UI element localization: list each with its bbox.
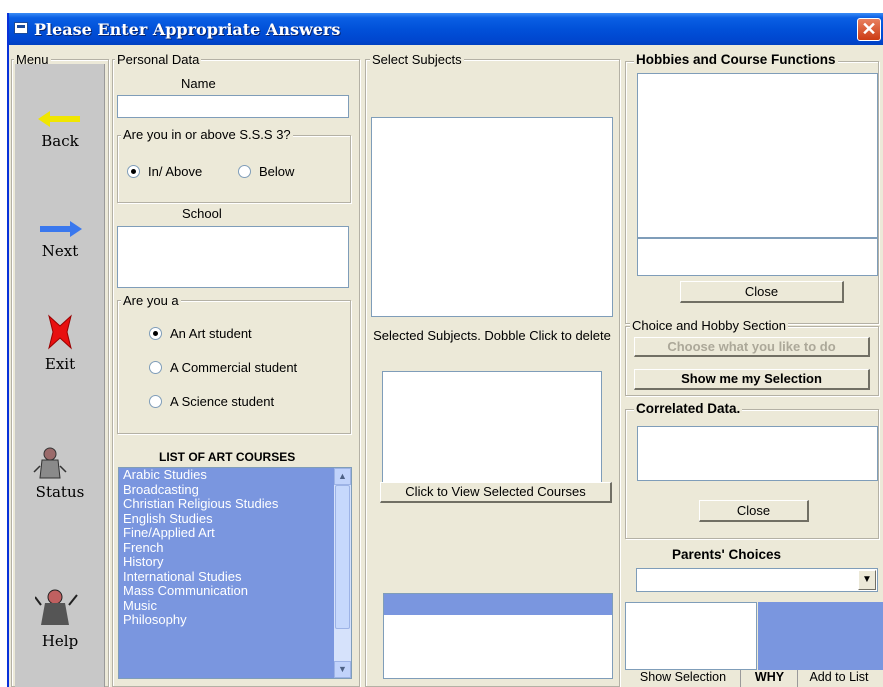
status-label: Status <box>35 483 85 501</box>
next-arrow-icon <box>40 221 82 237</box>
window-icon <box>14 22 28 34</box>
hobbies-legend: Hobbies and Course Functions <box>634 52 838 67</box>
show-my-selection-button[interactable]: Show me my Selection <box>634 369 870 390</box>
exit-x-icon <box>48 314 72 350</box>
list-item[interactable]: English Studies <box>119 511 351 527</box>
student-question: Are you a <box>121 293 181 308</box>
exit-label: Exit <box>44 355 76 373</box>
status-figure-icon <box>33 447 67 479</box>
course-items: Arabic Studies Broadcasting Christian Re… <box>119 468 351 628</box>
view-selected-courses-button[interactable]: Click to View Selected Courses <box>380 482 612 503</box>
tab-add-to-list[interactable]: Add to List <box>799 670 879 687</box>
radio-indicator <box>127 165 140 178</box>
selected-subjects-caption: Selected Subjects. Dobble Click to delet… <box>373 328 611 343</box>
school-label: School <box>182 206 222 221</box>
scroll-down-icon[interactable]: ▼ <box>334 661 351 678</box>
radio-commercial-student[interactable]: A Commercial student <box>149 360 297 375</box>
sss3-question: Are you in or above S.S.S 3? <box>121 127 293 142</box>
radio-label: Below <box>259 164 295 179</box>
selection-preview-white <box>625 602 757 670</box>
radio-indicator <box>149 395 162 408</box>
output-highlight-bar <box>384 594 612 615</box>
tab-why[interactable]: WHY <box>742 670 798 687</box>
tab-show-selection[interactable]: Show Selection <box>626 670 741 687</box>
select-subjects-legend: Select Subjects <box>370 52 464 67</box>
next-label: Next <box>41 242 79 260</box>
school-field[interactable] <box>117 226 349 288</box>
help-button[interactable]: Help <box>15 587 105 650</box>
radio-below[interactable]: Below <box>238 164 294 179</box>
radio-in-above[interactable]: In/ Above <box>127 164 202 179</box>
help-label: Help <box>41 632 79 650</box>
list-item[interactable]: French <box>119 540 351 556</box>
radio-label: In/ Above <box>148 164 203 179</box>
list-item[interactable]: Music <box>119 598 351 614</box>
correlated-data-legend: Correlated Data. <box>634 401 743 416</box>
scroll-thumb[interactable] <box>335 485 350 629</box>
selection-preview-blue <box>758 602 883 670</box>
correlated-data-box[interactable] <box>637 426 878 481</box>
app-window: Please Enter Appropriate Answers ✕ Menu … <box>7 13 883 687</box>
list-item[interactable]: History <box>119 554 351 570</box>
back-arrow-icon <box>38 111 80 127</box>
radio-indicator <box>149 327 162 340</box>
next-button[interactable]: Next <box>15 219 105 260</box>
status-button[interactable]: Status <box>15 446 105 501</box>
hobbies-list[interactable] <box>637 73 878 238</box>
radio-label: A Commercial student <box>170 360 298 375</box>
parents-choices-title: Parents' Choices <box>672 547 782 562</box>
help-figure-icon <box>34 589 78 625</box>
back-button[interactable]: Back <box>15 109 105 150</box>
radio-art-student[interactable]: An Art student <box>149 326 252 341</box>
subjects-list[interactable] <box>371 117 613 317</box>
name-label: Name <box>181 76 216 91</box>
courses-title: LIST OF ART COURSES <box>159 450 296 464</box>
personal-data-legend: Personal Data <box>115 52 202 67</box>
radio-science-student[interactable]: A Science student <box>149 394 274 409</box>
course-list[interactable]: Arabic Studies Broadcasting Christian Re… <box>118 467 352 679</box>
list-item[interactable]: Fine/Applied Art <box>119 525 351 541</box>
name-field[interactable] <box>117 95 349 118</box>
radio-indicator <box>238 165 251 178</box>
hobbies-input[interactable] <box>637 238 878 276</box>
parents-choices-select[interactable]: ▼ <box>636 568 878 592</box>
list-item[interactable]: Christian Religious Studies <box>119 496 351 512</box>
title-bar[interactable]: Please Enter Appropriate Answers ✕ <box>9 13 883 45</box>
list-item[interactable]: Broadcasting <box>119 482 351 498</box>
radio-label: A Science student <box>170 394 275 409</box>
dropdown-arrow-icon[interactable]: ▼ <box>858 570 876 590</box>
choose-what-you-like-button[interactable]: Choose what you like to do <box>634 337 870 357</box>
choice-hobby-legend: Choice and Hobby Section <box>630 318 788 333</box>
window-title: Please Enter Appropriate Answers <box>34 20 341 39</box>
menu-bar: Back Next Exit Status Help <box>15 64 105 687</box>
selected-subjects-list[interactable] <box>382 371 602 483</box>
list-item[interactable]: Mass Communication <box>119 583 351 599</box>
list-item[interactable]: International Studies <box>119 569 351 585</box>
list-item[interactable]: Philosophy <box>119 612 351 628</box>
course-list-scrollbar[interactable]: ▲ ▼ <box>334 468 351 678</box>
radio-label: An Art student <box>170 326 252 341</box>
close-window-button[interactable]: ✕ <box>857 18 881 41</box>
list-item[interactable]: Arabic Studies <box>119 468 351 483</box>
exit-button[interactable]: Exit <box>15 312 105 373</box>
back-label: Back <box>41 132 79 150</box>
hobbies-close-button[interactable]: Close <box>680 281 844 303</box>
scroll-up-icon[interactable]: ▲ <box>334 468 351 485</box>
radio-indicator <box>149 361 162 374</box>
subjects-output-box[interactable] <box>383 593 613 679</box>
correlated-close-button[interactable]: Close <box>699 500 809 522</box>
